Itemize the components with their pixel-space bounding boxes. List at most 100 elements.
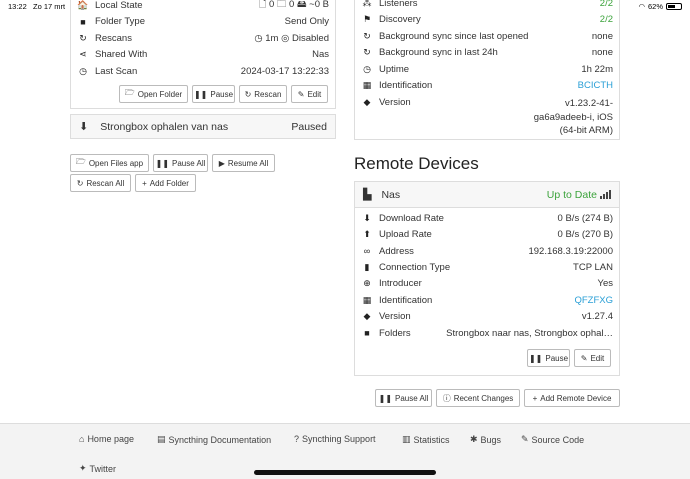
info-row: ⁂ Listeners 2/2	[355, 0, 619, 12]
open-folder-button[interactable]: 🗁 Open Folder	[119, 85, 188, 103]
row-label: Folder Type	[95, 16, 145, 28]
refresh-icon: ↻	[244, 89, 252, 99]
folder-edit-button[interactable]: ✎ Edit	[291, 85, 328, 103]
row-value[interactable]: QFZFXG	[574, 295, 613, 306]
remote-edit-button[interactable]: ✎ Edit	[574, 349, 611, 367]
recent-changes-button[interactable]: ⓘ Recent Changes	[436, 389, 520, 407]
this-device-panel: ⁂ Listeners 2/2 ⚑ Discovery 2/2 ↻ Background sy…	[354, 0, 620, 140]
share-icon: ⋖	[79, 49, 87, 60]
footer-link-statistics[interactable]: ▥ Statistics	[402, 434, 450, 445]
battery-percent: 62%	[647, 2, 663, 11]
row-label: Listeners	[379, 0, 418, 9]
info-row: ⊕ Introducer Yes	[355, 276, 619, 293]
remote-device-panel: ▙ Nas Up to Date ⬇ Download Rate 0 B/s (27…	[354, 181, 620, 376]
info-row: ■ Folders Strongbox naar nas, Strongbox op…	[355, 325, 619, 342]
row-value: 2024-03-17 13:22:33	[240, 65, 329, 77]
footer-link-source[interactable]: ✎ Source Code	[521, 434, 584, 445]
bug-icon: ✱	[470, 434, 478, 444]
remote-devices-title: Remote Devices	[354, 154, 479, 173]
row-value: 🗋 0 🗀 0 🖴 ~0 B	[258, 0, 329, 11]
info-icon: ⓘ	[442, 393, 451, 403]
row-label: Last Scan	[95, 65, 138, 77]
row-value: Send Only	[284, 16, 329, 28]
folder-icon: ■	[364, 328, 370, 339]
home-indicator[interactable]	[254, 470, 436, 475]
folder-icon: ■	[80, 16, 86, 27]
footer-link-twitter[interactable]: ✦ Twitter	[79, 463, 116, 474]
row-value: v1.23.2-41- ga6a9adeeb-i, iOS (64-bit AR…	[533, 98, 613, 136]
status-date: Zo 17 mrt	[33, 2, 66, 11]
remote-device-header[interactable]: ▙ Nas Up to Date	[355, 182, 619, 208]
qrcode-icon: ▦	[362, 294, 372, 305]
info-row: ◷ Uptime 1h 22m	[355, 61, 619, 78]
info-row: 🏠 Local State 🗋 0 🗀 0 🖴 ~0 B	[71, 0, 335, 14]
footer-link-home[interactable]: ⌂ Home page	[79, 434, 134, 444]
row-label: Introducer	[379, 278, 422, 290]
pause-all-folders-button[interactable]: ❚❚ Pause All	[153, 154, 208, 172]
row-label: Background sync since last opened	[379, 30, 529, 42]
play-icon: ▶	[218, 158, 225, 168]
pause-all-devices-button[interactable]: ❚❚ Pause All	[375, 389, 432, 407]
bar-chart-icon: ▥	[402, 434, 411, 444]
pause-icon: ❚❚	[378, 393, 393, 403]
discovery-icon: ⚑	[362, 14, 372, 25]
remote-pause-button[interactable]: ❚❚ Pause	[527, 349, 570, 367]
row-label: Upload Rate	[379, 229, 432, 241]
qrcode-icon: ▦	[362, 80, 372, 91]
download-icon: ⬇	[363, 212, 371, 223]
info-row: ↻ Background sync since last opened none	[355, 28, 619, 45]
folder-name: Strongbox ophalen van nas	[100, 120, 229, 133]
plus-icon: +	[532, 393, 538, 403]
battery-icon	[666, 3, 682, 10]
footer-link-documentation[interactable]: ▤ Syncthing Documentation	[157, 434, 271, 445]
open-files-app-button[interactable]: 🗁 Open Files app	[70, 154, 149, 172]
upload-icon: ⬆	[363, 229, 371, 240]
info-row: ⋖ Shared With Nas	[71, 47, 335, 64]
link-icon: ∞	[363, 246, 371, 257]
row-value: none	[591, 30, 613, 42]
rescan-all-button[interactable]: ↻ Rescan All	[70, 174, 131, 192]
folder-status: Paused	[291, 120, 327, 133]
info-row: ◷ Last Scan 2024-03-17 13:22:33	[71, 63, 335, 80]
tag-icon: ◆	[363, 97, 371, 107]
info-row: ▦ Identification BCICTH	[355, 78, 619, 95]
row-value[interactable]: BCICTH	[578, 80, 613, 91]
footer-link-support[interactable]: ? Syncthing Support	[294, 434, 376, 444]
row-value: none	[591, 47, 613, 59]
globe-icon: 🏠	[77, 0, 89, 10]
add-folder-button[interactable]: + Add Folder	[135, 174, 196, 192]
info-row: ◆ Version v1.27.4	[355, 308, 619, 325]
device-status: Up to Date	[546, 188, 597, 201]
row-value: TCP LAN	[573, 261, 613, 273]
refresh-icon: ↻	[79, 32, 87, 43]
footer-link-bugs[interactable]: ✱ Bugs	[470, 434, 501, 445]
folder-rescan-button[interactable]: ↻ Rescan	[239, 85, 287, 103]
folder-open-icon: 🗁	[75, 157, 86, 166]
strongbox-folder-panel[interactable]: ⬇ Strongbox ophalen van nas Paused	[70, 114, 336, 139]
row-value: 2/2	[599, 0, 613, 9]
pencil-icon: ✎	[297, 89, 305, 99]
resume-all-button[interactable]: ▶ Resume All	[212, 154, 275, 172]
info-row: ▮ Connection Type TCP LAN	[355, 259, 619, 276]
row-value: Nas	[312, 49, 329, 61]
row-value: 1h 22m	[581, 63, 613, 75]
add-remote-device-button[interactable]: + Add Remote Device	[524, 389, 620, 407]
clock-icon: ◷	[363, 63, 371, 74]
clock-icon: ◷	[79, 65, 87, 76]
signal-icon: ▮	[364, 261, 370, 272]
row-label: Local State	[95, 0, 143, 11]
row-label: Rescans	[95, 32, 132, 44]
row-label: Shared With	[95, 49, 148, 61]
info-row: ⬇ Download Rate 0 B/s (274 B)	[355, 210, 619, 227]
twitter-icon: ✦	[79, 463, 87, 473]
row-label: Identification	[379, 294, 433, 306]
folder-pause-button[interactable]: ❚❚ Pause	[192, 85, 235, 103]
introducer-icon: ⊕	[363, 278, 371, 289]
download-icon: ⬇	[79, 121, 89, 133]
info-row: ∞ Address 192.168.3.19:22000	[355, 243, 619, 260]
sync-icon: ↻	[363, 47, 371, 58]
device-name: Nas	[381, 188, 401, 201]
row-label: Version	[379, 311, 411, 323]
row-value: 0 B/s (274 B)	[557, 212, 613, 224]
row-label: Version	[379, 97, 411, 108]
